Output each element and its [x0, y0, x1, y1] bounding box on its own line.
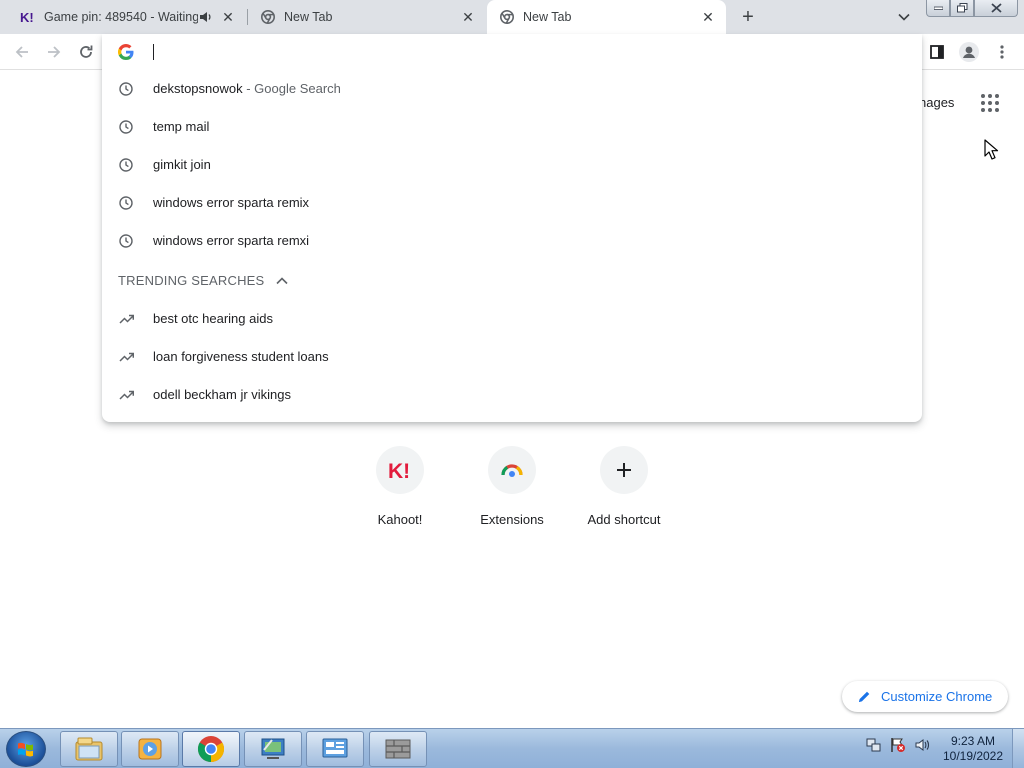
- trending-arrow-icon: [118, 349, 134, 365]
- images-link[interactable]: nages: [919, 95, 954, 110]
- plus-icon: [600, 446, 648, 494]
- kahoot-icon: K!: [376, 446, 424, 494]
- suggestion-row[interactable]: gimkit join: [102, 146, 922, 184]
- chrome-icon: [499, 9, 515, 25]
- text-caret: [153, 44, 154, 60]
- kahoot-icon: K!: [20, 9, 36, 25]
- suggestion-row[interactable]: windows error sparta remix: [102, 184, 922, 222]
- taskbar-file-explorer[interactable]: [60, 731, 118, 767]
- shortcuts-grid: K! Kahoot! Extensions Add shortcut: [344, 442, 680, 538]
- start-button[interactable]: [6, 731, 46, 767]
- shortcut-label: Extensions: [480, 512, 544, 527]
- tab-new-tab-active[interactable]: New Tab ✕: [487, 0, 726, 34]
- side-panel-icon[interactable]: [925, 40, 949, 64]
- suggestion-row[interactable]: dekstopsnowok - Google Search: [102, 70, 922, 108]
- firewall-icon: [385, 739, 411, 759]
- file-explorer-icon: [75, 737, 103, 761]
- media-player-icon: [138, 738, 162, 760]
- close-tab-icon[interactable]: ✕: [220, 9, 236, 25]
- chevron-up-icon[interactable]: [276, 276, 290, 286]
- shortcut-kahoot[interactable]: K! Kahoot!: [344, 442, 456, 538]
- trending-row[interactable]: best otc hearing aids: [102, 300, 922, 338]
- history-clock-icon: [118, 157, 134, 173]
- minimize-button[interactable]: [926, 0, 950, 17]
- system-tray: [866, 737, 938, 753]
- shortcut-label: Kahoot!: [377, 512, 423, 527]
- forward-button[interactable]: [42, 40, 66, 64]
- tab-strip: K! Game pin: 489540 - Waiting ✕ New Tab …: [0, 0, 1024, 34]
- history-clock-icon: [118, 233, 134, 249]
- system-icon: [322, 738, 348, 758]
- back-button[interactable]: [10, 40, 34, 64]
- chrome-icon: [260, 9, 276, 25]
- customize-label: Customize Chrome: [881, 689, 993, 704]
- trending-row[interactable]: loan forgiveness student loans: [102, 338, 922, 376]
- speaker-icon[interactable]: [198, 9, 214, 25]
- history-clock-icon: [118, 81, 134, 97]
- chrome-web-store-icon: [488, 446, 536, 494]
- trending-header-label: TRENDING SEARCHES: [118, 273, 265, 288]
- close-window-button[interactable]: [974, 0, 1018, 17]
- close-tab-icon[interactable]: ✕: [460, 9, 476, 25]
- shortcut-label: Add shortcut: [587, 512, 661, 527]
- suggestion-text: dekstopsnowok: [153, 81, 243, 96]
- omnibox-dropdown: dekstopsnowok - Google Search temp mail …: [102, 34, 922, 422]
- clock-date: 10/19/2022: [942, 749, 1004, 763]
- suggestion-row[interactable]: temp mail: [102, 108, 922, 146]
- taskbar-chrome[interactable]: [182, 731, 240, 767]
- trending-text: best otc hearing aids: [153, 311, 273, 326]
- google-apps-icon[interactable]: [978, 91, 1002, 115]
- svg-text:K!: K!: [388, 460, 410, 481]
- new-tab-button[interactable]: +: [736, 5, 760, 29]
- taskbar-firewall[interactable]: [369, 731, 427, 767]
- windows-taskbar: 9:23 AM 10/19/2022: [0, 728, 1024, 768]
- profile-avatar-icon[interactable]: [957, 40, 981, 64]
- control-panel-icon: [261, 738, 285, 759]
- suggestion-text: windows error sparta remxi: [153, 233, 310, 248]
- trending-arrow-icon: [118, 387, 134, 403]
- tab-new-tab[interactable]: New Tab ✕: [248, 0, 486, 34]
- trending-searches-header[interactable]: TRENDING SEARCHES: [118, 273, 290, 288]
- history-clock-icon: [118, 195, 134, 211]
- chrome-icon: [197, 736, 225, 763]
- menu-kebab-icon[interactable]: [990, 40, 1014, 64]
- taskbar-control-panel[interactable]: [244, 731, 302, 767]
- customize-chrome-button[interactable]: Customize Chrome: [842, 681, 1008, 712]
- tab-search-chevron-icon[interactable]: [894, 8, 914, 26]
- network-icon[interactable]: [866, 737, 882, 753]
- windows-logo-icon: [18, 742, 33, 757]
- show-desktop-button[interactable]: [1012, 729, 1024, 768]
- shortcut-extensions[interactable]: Extensions: [456, 442, 568, 538]
- suggestion-text: windows error sparta remix: [153, 195, 310, 210]
- trending-arrow-icon: [118, 311, 134, 327]
- trending-text: odell beckham jr vikings: [153, 387, 292, 402]
- close-tab-icon[interactable]: ✕: [700, 9, 716, 25]
- shortcut-add[interactable]: Add shortcut: [568, 442, 680, 538]
- suggestion-subtext: - Google Search: [242, 81, 341, 96]
- suggestion-text: gimkit join: [153, 157, 211, 172]
- tab-title: Game pin: 489540 - Waiting: [44, 10, 198, 24]
- taskbar-system[interactable]: [306, 731, 364, 767]
- mouse-cursor-icon: [984, 139, 999, 160]
- trending-row[interactable]: odell beckham jr vikings: [102, 376, 922, 414]
- action-center-flag-icon[interactable]: [890, 737, 906, 753]
- taskbar-clock[interactable]: 9:23 AM 10/19/2022: [940, 734, 1006, 764]
- volume-icon[interactable]: [914, 737, 930, 753]
- suggestion-text: temp mail: [153, 119, 210, 134]
- tab-title: New Tab: [523, 10, 572, 24]
- tab-title: New Tab: [284, 10, 333, 24]
- reload-button[interactable]: [74, 40, 98, 64]
- clock-time: 9:23 AM: [950, 734, 996, 748]
- address-bar[interactable]: [102, 34, 922, 70]
- svg-text:K!: K!: [20, 10, 34, 24]
- google-g-icon: [118, 44, 134, 60]
- restore-button[interactable]: [950, 0, 974, 17]
- window-controls: [926, 0, 1018, 18]
- tab-kahoot[interactable]: K! Game pin: 489540 - Waiting ✕: [8, 0, 246, 34]
- taskbar-media-player[interactable]: [121, 731, 179, 767]
- suggestion-row[interactable]: windows error sparta remxi: [102, 222, 922, 260]
- trending-text: loan forgiveness student loans: [153, 349, 329, 364]
- pencil-icon: [858, 690, 872, 704]
- history-clock-icon: [118, 119, 134, 135]
